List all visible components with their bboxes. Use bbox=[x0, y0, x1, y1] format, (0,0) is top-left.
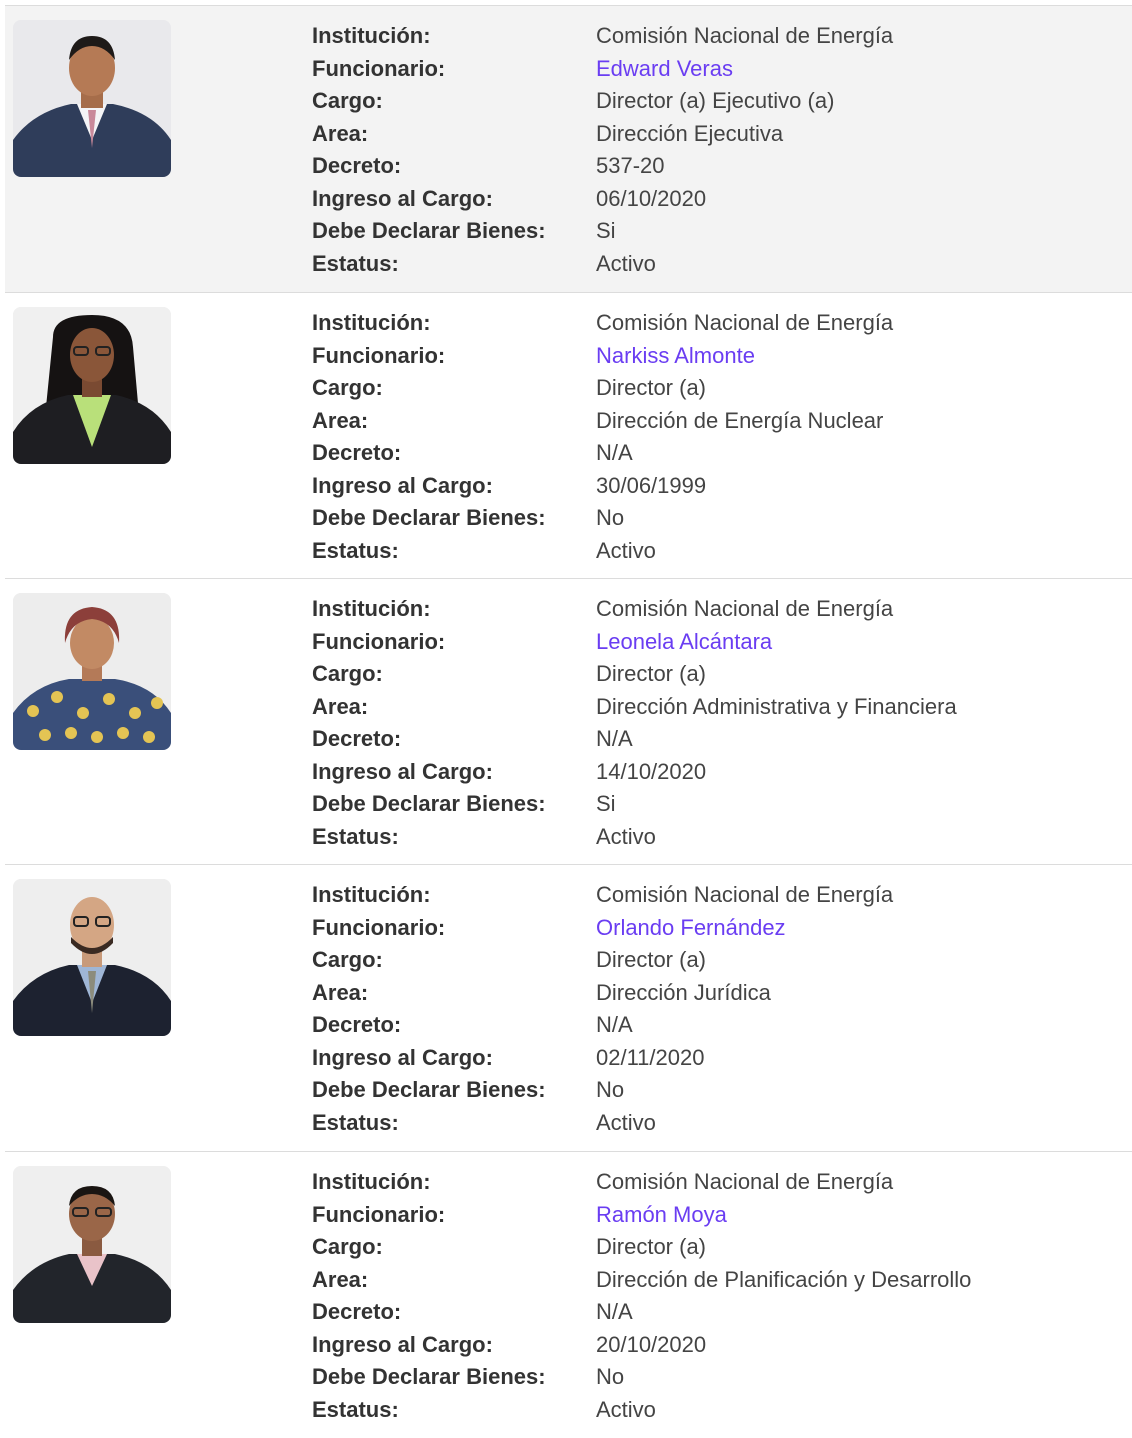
area-value: Dirección Jurídica bbox=[596, 979, 771, 1005]
funcionario-label: Funcionario: bbox=[312, 1201, 446, 1227]
ingreso-value: 14/10/2020 bbox=[596, 758, 707, 784]
funcionario-label: Funcionario: bbox=[312, 628, 446, 654]
declarar-label: Debe Declarar Bienes: bbox=[312, 505, 546, 531]
estatus-value: Activo bbox=[596, 1396, 656, 1422]
official-card: Institución: Comisión Nacional de Energía… bbox=[5, 5, 1132, 292]
ingreso-label: Ingreso al Cargo: bbox=[312, 758, 493, 784]
area-label: Area: bbox=[312, 1266, 369, 1292]
cargo-value: Director (a) Ejecutivo (a) bbox=[596, 88, 835, 114]
decreto-value: N/A bbox=[596, 440, 633, 466]
funcionario-label: Funcionario: bbox=[312, 914, 446, 940]
institucion-label: Institución: bbox=[312, 310, 431, 336]
funcionario-link[interactable]: Leonela Alcántara bbox=[596, 629, 772, 655]
estatus-label: Estatus: bbox=[312, 537, 399, 563]
funcionario-label: Funcionario: bbox=[312, 55, 446, 81]
person-photo-icon bbox=[13, 307, 171, 464]
person-photo-icon bbox=[13, 20, 171, 177]
declarar-value: No bbox=[596, 505, 625, 531]
institucion-label: Institución: bbox=[312, 1169, 431, 1195]
institucion-label: Institución: bbox=[312, 882, 431, 908]
estatus-value: Activo bbox=[596, 1109, 656, 1135]
official-photo bbox=[13, 593, 171, 750]
area-value: Dirección de Energía Nuclear bbox=[596, 407, 884, 433]
ingreso-value: 06/10/2020 bbox=[596, 185, 707, 211]
person-photo-icon bbox=[13, 1166, 171, 1323]
declarar-label: Debe Declarar Bienes: bbox=[312, 791, 546, 817]
cargo-label: Cargo: bbox=[312, 88, 383, 114]
ingreso-label: Ingreso al Cargo: bbox=[312, 472, 493, 498]
area-label: Area: bbox=[312, 693, 369, 719]
cargo-label: Cargo: bbox=[312, 947, 383, 973]
cargo-label: Cargo: bbox=[312, 375, 383, 401]
estatus-label: Estatus: bbox=[312, 250, 399, 276]
institucion-value: Comisión Nacional de Energía bbox=[596, 596, 894, 622]
official-card: Institución: Comisión Nacional de Energía… bbox=[5, 864, 1132, 1151]
decreto-label: Decreto: bbox=[312, 440, 402, 466]
decreto-label: Decreto: bbox=[312, 726, 402, 752]
decreto-value: N/A bbox=[596, 1012, 633, 1038]
estatus-value: Activo bbox=[596, 250, 656, 276]
area-value: Dirección de Planificación y Desarrollo bbox=[596, 1266, 972, 1292]
decreto-value: N/A bbox=[596, 726, 633, 752]
area-label: Area: bbox=[312, 407, 369, 433]
declarar-value: No bbox=[596, 1364, 625, 1390]
person-photo-icon bbox=[13, 879, 171, 1036]
person-photo-icon bbox=[13, 593, 171, 750]
official-photo bbox=[13, 307, 171, 464]
area-label: Area: bbox=[312, 979, 369, 1005]
declarar-label: Debe Declarar Bienes: bbox=[312, 218, 546, 244]
institucion-value: Comisión Nacional de Energía bbox=[596, 882, 894, 908]
official-photo bbox=[13, 1166, 171, 1323]
ingreso-label: Ingreso al Cargo: bbox=[312, 1044, 493, 1070]
cargo-value: Director (a) bbox=[596, 661, 707, 687]
cargo-label: Cargo: bbox=[312, 1234, 383, 1260]
funcionario-link[interactable]: Edward Veras bbox=[596, 56, 733, 82]
estatus-value: Activo bbox=[596, 537, 656, 563]
declarar-label: Debe Declarar Bienes: bbox=[312, 1364, 546, 1390]
official-photo bbox=[13, 20, 171, 177]
declarar-label: Debe Declarar Bienes: bbox=[312, 1077, 546, 1103]
institucion-value: Comisión Nacional de Energía bbox=[596, 1169, 894, 1195]
funcionario-link[interactable]: Orlando Fernández bbox=[596, 915, 786, 941]
decreto-label: Decreto: bbox=[312, 1299, 402, 1325]
ingreso-label: Ingreso al Cargo: bbox=[312, 185, 493, 211]
funcionario-label: Funcionario: bbox=[312, 342, 446, 368]
ingreso-label: Ingreso al Cargo: bbox=[312, 1331, 493, 1357]
ingreso-value: 20/10/2020 bbox=[596, 1331, 707, 1357]
area-label: Area: bbox=[312, 120, 369, 146]
decreto-label: Decreto: bbox=[312, 153, 402, 179]
declarar-value: Si bbox=[596, 791, 616, 817]
decreto-label: Decreto: bbox=[312, 1012, 402, 1038]
official-card: Institución: Comisión Nacional de Energía… bbox=[5, 578, 1132, 865]
estatus-label: Estatus: bbox=[312, 1396, 399, 1422]
official-card: Institución: Comisión Nacional de Energía… bbox=[5, 1151, 1132, 1438]
area-value: Dirección Administrativa y Financiera bbox=[596, 693, 957, 719]
area-value: Dirección Ejecutiva bbox=[596, 120, 784, 146]
ingreso-value: 30/06/1999 bbox=[596, 472, 707, 498]
official-card: Institución: Comisión Nacional de Energía… bbox=[5, 292, 1132, 579]
institucion-value: Comisión Nacional de Energía bbox=[596, 310, 894, 336]
institucion-label: Institución: bbox=[312, 23, 431, 49]
funcionario-link[interactable]: Narkiss Almonte bbox=[596, 343, 755, 369]
estatus-value: Activo bbox=[596, 823, 656, 849]
decreto-value: N/A bbox=[596, 1299, 633, 1325]
cargo-label: Cargo: bbox=[312, 661, 383, 687]
estatus-label: Estatus: bbox=[312, 1109, 399, 1135]
declarar-value: No bbox=[596, 1077, 625, 1103]
cargo-value: Director (a) bbox=[596, 375, 707, 401]
cargo-value: Director (a) bbox=[596, 947, 707, 973]
decreto-value: 537-20 bbox=[596, 153, 665, 179]
estatus-label: Estatus: bbox=[312, 823, 399, 849]
funcionario-link[interactable]: Ramón Moya bbox=[596, 1202, 727, 1228]
declarar-value: Si bbox=[596, 218, 616, 244]
institucion-label: Institución: bbox=[312, 596, 431, 622]
official-photo bbox=[13, 879, 171, 1036]
ingreso-value: 02/11/2020 bbox=[596, 1044, 705, 1070]
cargo-value: Director (a) bbox=[596, 1234, 707, 1260]
institucion-value: Comisión Nacional de Energía bbox=[596, 23, 894, 49]
